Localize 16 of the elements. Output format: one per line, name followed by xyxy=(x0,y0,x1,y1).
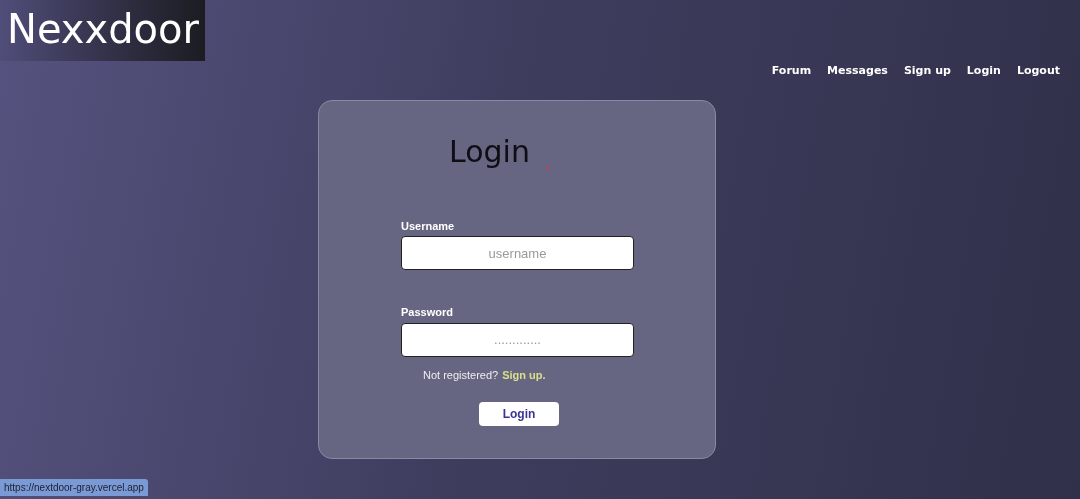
site-logo[interactable]: Nexxdoor xyxy=(0,0,205,61)
form-title: Login xyxy=(449,133,530,170)
status-url: https://nextdoor-gray.vercel.app xyxy=(0,479,148,496)
dot-icon xyxy=(545,166,549,170)
field-label: Username xyxy=(401,218,456,234)
sign-up-link[interactable]: Sign up. xyxy=(502,366,546,383)
field-label: Password xyxy=(401,305,454,320)
nav-link[interactable]: Login xyxy=(966,63,1001,80)
nav-link[interactable]: Sign up xyxy=(903,63,951,80)
prompt-text: Not registered? xyxy=(423,367,499,383)
login-button[interactable]: Login xyxy=(479,402,559,426)
nav-link[interactable]: Messages xyxy=(827,63,888,80)
nav-link[interactable]: Forum xyxy=(771,63,812,80)
username-field[interactable]: username xyxy=(401,236,634,270)
nav-link[interactable]: Logout xyxy=(1016,63,1060,80)
password-field[interactable]: ............. xyxy=(401,322,634,357)
